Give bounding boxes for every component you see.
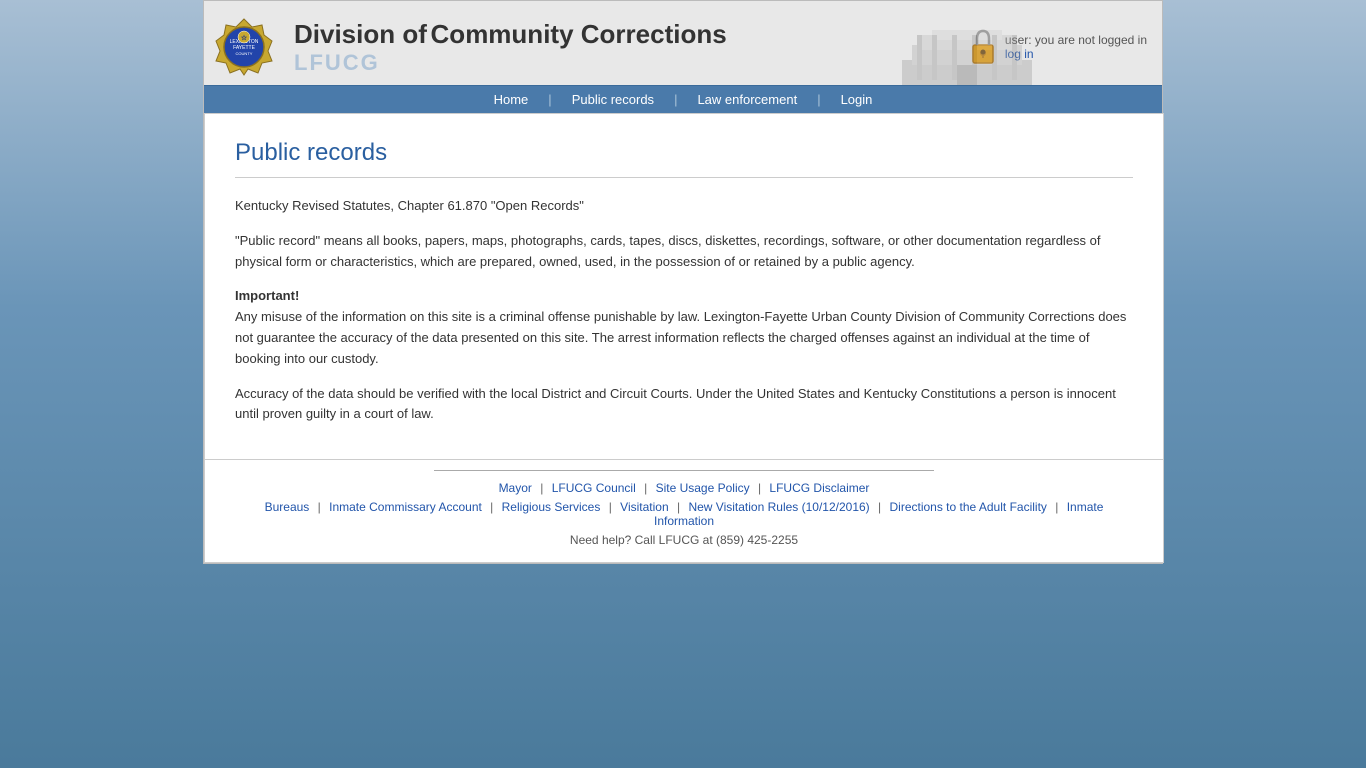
- nav-bar: Home | Public records | Law enforcement …: [204, 85, 1162, 113]
- nav-public-records[interactable]: Public records: [552, 86, 674, 113]
- building-image: [902, 30, 1032, 85]
- footer-site-usage[interactable]: Site Usage Policy: [656, 481, 750, 495]
- footer-visitation[interactable]: Visitation: [620, 500, 668, 514]
- footer-lfucg-council[interactable]: LFUCG Council: [552, 481, 636, 495]
- footer-commissary[interactable]: Inmate Commissary Account: [329, 500, 482, 514]
- paragraph-important: Important! Any misuse of the information…: [235, 286, 1133, 369]
- page-title: Public records: [235, 139, 1133, 167]
- paragraph-accuracy: Accuracy of the data should be verified …: [235, 384, 1133, 426]
- paragraph-ky-statutes: Kentucky Revised Statutes, Chapter 61.87…: [235, 196, 1133, 217]
- footer-divider: [434, 470, 934, 471]
- badge-icon: LEXINGTON FAYETTE COUNTY ☆: [214, 17, 274, 77]
- division-text: Division of Community Corrections: [294, 19, 727, 50]
- nav-law-enforcement[interactable]: Law enforcement: [677, 86, 817, 113]
- svg-text:COUNTY: COUNTY: [236, 51, 253, 56]
- footer-mayor[interactable]: Mayor: [499, 481, 532, 495]
- footer-directions[interactable]: Directions to the Adult Facility: [890, 500, 1047, 514]
- title-divider: [235, 177, 1133, 178]
- division-prefix: Division of: [294, 19, 427, 49]
- footer-bureaus[interactable]: Bureaus: [265, 500, 310, 514]
- main-content: Public records Kentucky Revised Statutes…: [204, 113, 1164, 460]
- paragraph-misuse: Any misuse of the information on this si…: [235, 309, 1126, 366]
- lfucg-text: LFUCG: [294, 50, 727, 76]
- footer-disclaimer[interactable]: LFUCG Disclaimer: [769, 481, 869, 495]
- footer-new-visitation[interactable]: New Visitation Rules (10/12/2016): [688, 500, 869, 514]
- nav-home[interactable]: Home: [474, 86, 549, 113]
- paragraph-definition: "Public record" means all books, papers,…: [235, 231, 1133, 273]
- footer-row-2: Bureaus | Inmate Commissary Account | Re…: [235, 500, 1133, 528]
- nav-login[interactable]: Login: [821, 86, 893, 113]
- important-label: Important!: [235, 288, 299, 303]
- footer: Mayor | LFUCG Council | Site Usage Polic…: [204, 460, 1164, 563]
- logo-area: LEXINGTON FAYETTE COUNTY ☆: [204, 9, 294, 85]
- footer-religious[interactable]: Religious Services: [502, 500, 601, 514]
- footer-help: Need help? Call LFUCG at (859) 425-2255: [235, 533, 1133, 547]
- division-name: Community Corrections: [431, 19, 727, 49]
- site-title: Division of Community Corrections LFUCG: [294, 19, 727, 76]
- svg-text:☆: ☆: [241, 34, 248, 42]
- footer-row-1: Mayor | LFUCG Council | Site Usage Polic…: [235, 481, 1133, 495]
